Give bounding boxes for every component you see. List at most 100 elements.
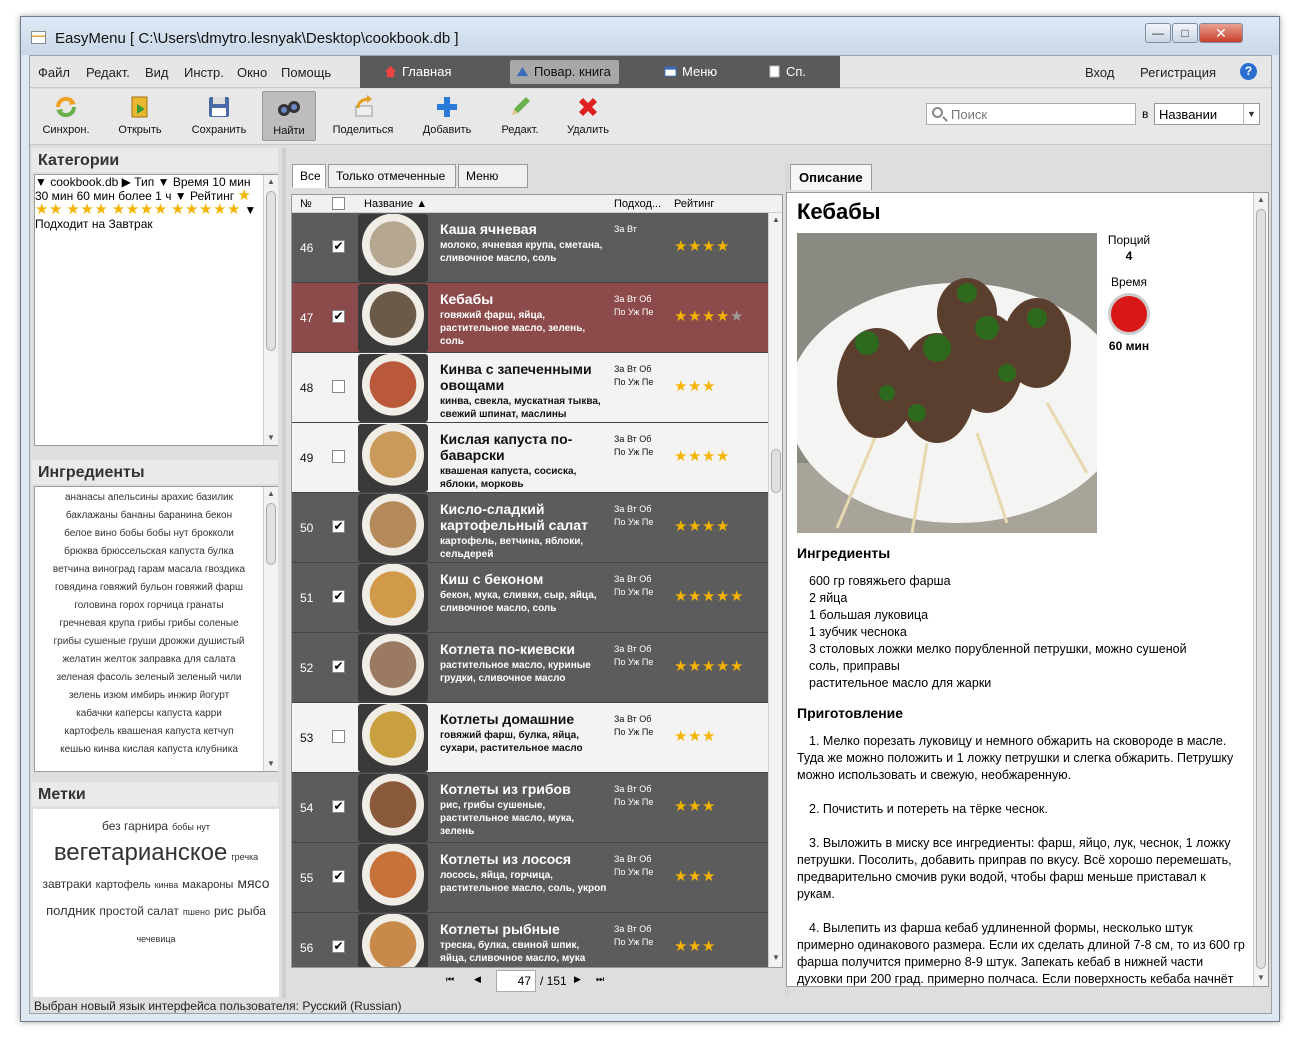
recipe-checkbox[interactable]: ✔ <box>332 590 345 603</box>
share-button[interactable]: Поделиться <box>328 91 398 141</box>
recipe-checkbox[interactable]: ✔ <box>332 870 345 883</box>
recipe-row[interactable]: 55 ✔ Котлеты из лосося лосось, яйца, горчиц… <box>292 843 768 913</box>
search-field-select[interactable]: Названии ▼ <box>1154 103 1260 125</box>
list-scrollbar[interactable]: ▲ ▼ <box>768 213 782 967</box>
minimize-button[interactable]: — <box>1145 23 1171 43</box>
ingredient-line[interactable]: кешью кинва кислая капуста клубника <box>35 741 263 759</box>
tree-time[interactable]: Время <box>173 175 209 189</box>
ingredients-scrollbar[interactable]: ▲ ▼ <box>263 487 278 771</box>
search-input[interactable]: Поиск <box>926 103 1136 125</box>
menu-window[interactable]: Окно <box>237 65 267 80</box>
ingredient-line[interactable]: грибы сушеные груши дрожжи душистый <box>35 633 263 651</box>
maximize-button[interactable]: □ <box>1172 23 1198 43</box>
left-splitter[interactable] <box>282 148 286 998</box>
nav-shopping[interactable]: Сп. покупок <box>762 60 841 103</box>
tag-item[interactable]: вегетарианское <box>54 840 228 866</box>
ingredient-line[interactable]: баклажаны бананы баранина бекон <box>35 507 263 525</box>
add-button[interactable]: Добавить <box>416 91 478 141</box>
recipe-row[interactable]: 49 Кислая капуста по-баварски квашеная кап… <box>292 423 768 493</box>
edit-button[interactable]: Редакт. <box>494 91 546 141</box>
delete-button[interactable]: Удалить <box>560 91 616 141</box>
menu-help[interactable]: Помощь <box>281 65 331 80</box>
page-input[interactable]: 47 <box>496 970 536 992</box>
ingredient-line[interactable]: картофель квашеная капуста кетчуп <box>35 723 263 741</box>
ingredient-line[interactable]: зелень изюм имбирь инжир йогурт <box>35 687 263 705</box>
recipe-row[interactable]: 46 ✔ Каша ячневая молоко, ячневая крупа, см… <box>292 213 768 283</box>
description-scrollbar[interactable]: ▲ ▼ <box>1253 193 1268 986</box>
find-button[interactable]: Найти <box>262 91 316 141</box>
tag-item[interactable]: рыба <box>237 898 266 924</box>
first-page-button[interactable]: ⏮ <box>446 974 454 985</box>
nav-home[interactable]: Главная <box>378 60 459 84</box>
tree-rating-3[interactable]: ★★★ <box>66 202 108 217</box>
tag-item[interactable]: завтраки <box>43 871 92 897</box>
ingredient-line[interactable]: брюква брюссельская капуста булка <box>35 543 263 561</box>
nav-menu[interactable]: Меню <box>658 60 725 84</box>
recipe-row[interactable]: 51 ✔ Киш с беконом бекон, мука, сливки, сыр… <box>292 563 768 633</box>
close-button[interactable]: ✕ <box>1199 23 1243 43</box>
ingredient-line[interactable]: зеленая фасоль зеленый зеленый чили <box>35 669 263 687</box>
menu-file[interactable]: Файл <box>38 65 70 80</box>
recipe-checkbox[interactable]: ✔ <box>332 310 345 323</box>
last-page-button[interactable]: ⏭ <box>596 974 604 985</box>
tag-item[interactable]: кинва <box>155 872 179 898</box>
ingredient-line[interactable]: кабачки каперсы капуста карри <box>35 705 263 723</box>
recipe-checkbox[interactable]: ✔ <box>332 800 345 813</box>
next-page-button[interactable]: ▶ <box>574 974 581 985</box>
menu-edit[interactable]: Редакт. <box>86 65 130 80</box>
help-icon[interactable]: ? <box>1240 63 1257 80</box>
categories-scrollbar[interactable]: ▲ ▼ <box>263 175 278 445</box>
tag-item[interactable]: картофель <box>96 872 151 898</box>
recipe-checkbox[interactable] <box>332 380 345 393</box>
ingredient-line[interactable]: ветчина виноград гарам масала гвоздика <box>35 561 263 579</box>
recipe-checkbox[interactable]: ✔ <box>332 520 345 533</box>
tag-item[interactable]: полдник <box>46 898 95 924</box>
tag-item[interactable]: чечевица <box>136 926 175 952</box>
tree-root[interactable]: cookbook.db <box>50 175 118 189</box>
tab-menu[interactable]: Меню ✕ <box>458 164 528 205</box>
ingredient-line[interactable]: желатин желток заправка для салата <box>35 651 263 669</box>
sync-button[interactable]: Синхрон. <box>38 91 94 141</box>
tag-item[interactable]: бобы нут <box>172 814 210 840</box>
recipe-checkbox[interactable]: ✔ <box>332 660 345 673</box>
menu-tools[interactable]: Инстр. <box>184 65 224 80</box>
nav-cookbook[interactable]: Повар. книга <box>510 60 619 84</box>
col-num[interactable]: № <box>300 198 312 210</box>
recipe-list[interactable]: № Название ▲ Подход... Рейтинг 46 ✔ Каша я… <box>291 194 783 968</box>
ingredient-line[interactable]: белое вино бобы бобы нут брокколи <box>35 525 263 543</box>
register-link[interactable]: Регистрация <box>1140 65 1216 80</box>
ingredient-line[interactable]: гречневая крупа грибы грибы соленые <box>35 615 263 633</box>
recipe-checkbox[interactable] <box>332 450 345 463</box>
recipe-checkbox[interactable]: ✔ <box>332 240 345 253</box>
tab-all[interactable]: Все <box>292 164 326 188</box>
tree-breakfast[interactable]: Завтрак <box>109 217 153 231</box>
tag-list[interactable]: без гарнира бобы нутвегетарианское гречка з… <box>39 813 273 952</box>
menu-view[interactable]: Вид <box>145 65 169 80</box>
ingredient-line[interactable]: головина горох горчица гранаты <box>35 597 263 615</box>
recipe-row[interactable]: 53 Котлеты домашние говяжий фарш, булка, я… <box>292 703 768 773</box>
tag-item[interactable]: рис <box>214 898 233 924</box>
tag-item[interactable]: пшено <box>183 899 210 925</box>
tag-item[interactable]: мясо <box>237 870 269 896</box>
recipe-row[interactable]: 50 ✔ Кисло-сладкий картофельный салат карто… <box>292 493 768 563</box>
ingredient-line[interactable]: ананасы апельсины арахис базилик <box>35 489 263 507</box>
tags-cloud[interactable]: без гарнира бобы нутвегетарианское гречка з… <box>32 808 280 998</box>
col-suitable[interactable]: Подход... <box>614 198 661 210</box>
col-name[interactable]: Название ▲ <box>364 198 427 210</box>
recipe-checkbox[interactable] <box>332 730 345 743</box>
recipe-row[interactable]: 48 Кинва с запеченными овощами кинва, свек… <box>292 353 768 423</box>
tab-marked[interactable]: Только отмеченные <box>328 164 456 188</box>
ingredients-cloud[interactable]: ананасы апельсины арахис базилик баклажа… <box>34 486 278 772</box>
recipe-row[interactable]: 52 ✔ Котлета по-киевски растительное масло,… <box>292 633 768 703</box>
open-button[interactable]: Открыть <box>110 91 170 141</box>
recipe-row[interactable]: 54 ✔ Котлеты из грибов рис, грибы сушеные, … <box>292 773 768 843</box>
login-link[interactable]: Вход <box>1085 65 1114 80</box>
recipe-checkbox[interactable]: ✔ <box>332 940 345 953</box>
select-all-checkbox[interactable] <box>332 197 345 210</box>
tree-rating-4[interactable]: ★★★★ <box>112 202 168 217</box>
recipe-row[interactable]: 56 ✔ Котлеты рыбные треска, булка, свиной ш… <box>292 913 768 967</box>
ingredient-tags[interactable]: ананасы апельсины арахис базилик баклажа… <box>35 489 263 759</box>
tree-rating-5[interactable]: ★★★★★ <box>171 202 241 217</box>
tag-item[interactable]: простой салат <box>99 898 179 924</box>
prev-page-button[interactable]: ◀ <box>474 974 481 985</box>
